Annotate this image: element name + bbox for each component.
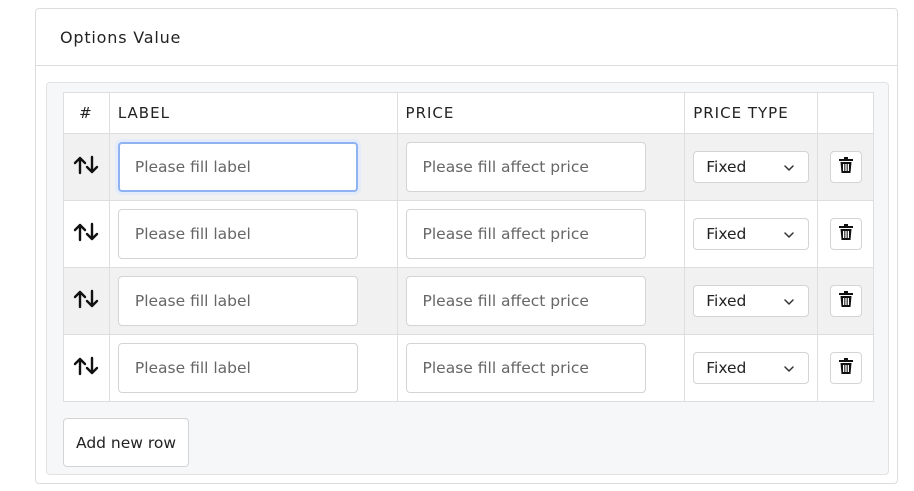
add-new-row-button[interactable]: Add new row xyxy=(63,418,190,467)
label-input[interactable] xyxy=(117,343,358,393)
price-input[interactable] xyxy=(405,209,646,259)
sort-cell xyxy=(63,334,110,402)
sort-arrows-icon[interactable] xyxy=(73,155,99,175)
trash-icon xyxy=(838,224,853,244)
delete-row-button[interactable] xyxy=(829,218,862,250)
trash-icon xyxy=(838,358,853,378)
price-type-cell: Fixed xyxy=(684,133,819,201)
card-title: Options Value xyxy=(60,27,182,47)
price-input[interactable] xyxy=(405,276,646,326)
header-price-type: PRICE TYPE xyxy=(684,92,819,134)
table-row: Fixed xyxy=(63,334,874,402)
price-input[interactable] xyxy=(405,343,646,393)
chevron-down-icon xyxy=(784,359,794,377)
table-row: Fixed xyxy=(63,133,874,201)
trash-icon xyxy=(838,157,853,177)
header-label: LABEL xyxy=(108,92,398,134)
price-type-value: Fixed xyxy=(706,225,747,243)
delete-row-button[interactable] xyxy=(829,352,862,384)
sort-cell xyxy=(63,267,110,335)
chevron-down-icon xyxy=(784,158,794,176)
options-panel: # LABEL PRICE PRICE TYPE Please fill lab… xyxy=(46,82,889,475)
label-input[interactable] xyxy=(117,276,358,326)
sort-arrows-icon[interactable] xyxy=(73,222,99,242)
price-type-select[interactable]: Fixed xyxy=(693,151,810,183)
chevron-down-icon xyxy=(784,225,794,243)
delete-cell xyxy=(817,267,874,335)
chevron-down-icon xyxy=(784,292,794,310)
price-type-select[interactable]: Fixed xyxy=(693,285,810,317)
label-cell xyxy=(108,200,398,268)
label-cell xyxy=(108,133,398,201)
sort-arrows-icon[interactable] xyxy=(73,289,99,309)
table-header-row: # LABEL PRICE PRICE TYPE xyxy=(63,92,874,134)
card-header: Options Value xyxy=(36,9,897,66)
delete-cell xyxy=(817,200,874,268)
price-type-cell: Fixed xyxy=(684,267,819,335)
table-row: Fixed xyxy=(63,200,874,268)
header-price: PRICE xyxy=(396,92,686,134)
delete-cell xyxy=(817,334,874,402)
price-type-value: Fixed xyxy=(706,292,747,310)
trash-icon xyxy=(838,291,853,311)
price-type-select[interactable]: Fixed xyxy=(693,352,810,384)
delete-row-button[interactable] xyxy=(829,285,862,317)
price-cell xyxy=(396,200,686,268)
sort-cell xyxy=(63,200,110,268)
price-type-value: Fixed xyxy=(706,158,747,176)
sort-arrows-icon[interactable] xyxy=(73,356,99,376)
price-cell xyxy=(396,334,686,402)
header-num: # xyxy=(63,92,110,134)
price-type-value: Fixed xyxy=(706,359,747,377)
price-type-select[interactable]: Fixed xyxy=(693,218,810,250)
label-cell xyxy=(108,334,398,402)
price-type-cell: Fixed xyxy=(684,200,819,268)
label-input[interactable] xyxy=(117,209,358,259)
sort-cell xyxy=(63,133,110,201)
label-input[interactable] xyxy=(117,142,358,192)
label-cell xyxy=(108,267,398,335)
delete-cell xyxy=(817,133,874,201)
table-row: Fixed xyxy=(63,267,874,335)
price-input[interactable] xyxy=(405,142,646,192)
price-type-cell: Fixed xyxy=(684,334,819,402)
header-actions xyxy=(817,92,874,134)
delete-row-button[interactable] xyxy=(829,151,862,183)
options-value-card: Options Value # LABEL PRICE PRICE TYPE P… xyxy=(35,8,898,484)
options-table: # LABEL PRICE PRICE TYPE Please fill lab… xyxy=(63,92,874,402)
price-cell xyxy=(396,267,686,335)
price-cell xyxy=(396,133,686,201)
